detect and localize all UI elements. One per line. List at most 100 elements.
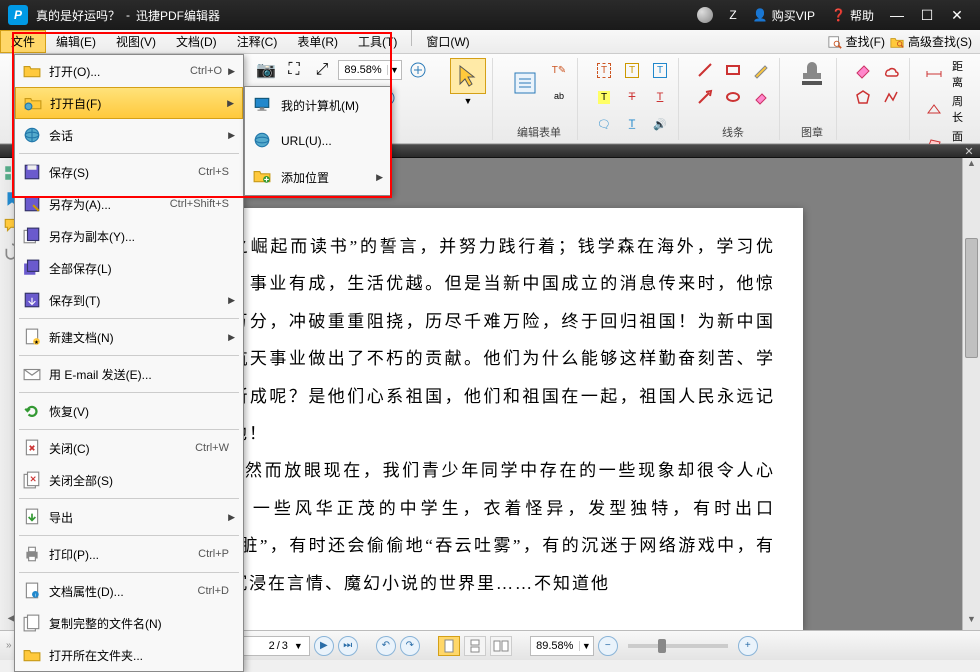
menu-1[interactable]: 编辑(E) (46, 30, 106, 53)
file-menu-item-8[interactable]: 保存到(T)▶ (15, 284, 243, 316)
file-menu-item-24[interactable]: 复制完整的文件名(N) (15, 607, 243, 639)
menu-7[interactable]: 窗口(W) (416, 30, 479, 53)
polygon-button[interactable] (851, 85, 875, 109)
add-location-icon (253, 167, 273, 187)
zoom-out-status[interactable]: − (598, 636, 618, 656)
note-button[interactable]: 🗨 (592, 112, 616, 136)
fit-button[interactable]: ⛶ (282, 58, 306, 82)
oval-button[interactable] (721, 85, 745, 109)
zoom-slider[interactable] (628, 644, 728, 648)
file-menu-item-0[interactable]: 打开(O)...Ctrl+O▶ (15, 55, 243, 87)
single-page-view[interactable] (438, 636, 460, 656)
file-menu-item-14[interactable]: 恢复(V) (15, 395, 243, 427)
file-menu-item-10[interactable]: ★新建文档(N)▶ (15, 321, 243, 353)
find-button[interactable]: 查找(F) (827, 33, 885, 50)
maximize-button[interactable]: ☐ (912, 7, 942, 24)
t3-button[interactable]: T (648, 58, 672, 82)
user-indicator[interactable]: Z (729, 8, 736, 22)
scroll-down-icon[interactable]: ▼ (963, 614, 980, 630)
help-button[interactable]: ❓帮助 (831, 7, 874, 24)
continuous-view[interactable] (464, 636, 486, 656)
ab-button[interactable]: ab (547, 84, 571, 108)
eraser2-button[interactable] (851, 58, 875, 82)
menu-0[interactable]: 文件 (0, 30, 46, 53)
buy-vip-button[interactable]: 👤购买VIP (753, 7, 815, 24)
zoom-dropdown-icon[interactable]: ▼ (387, 65, 401, 75)
file-menu-item-4[interactable]: 保存(S)Ctrl+S (15, 156, 243, 188)
menu-3[interactable]: 文档(D) (166, 30, 227, 53)
strike-button[interactable]: T (620, 85, 644, 109)
t1-button[interactable]: T (592, 58, 616, 82)
rect-button[interactable] (721, 58, 745, 82)
highlight-icon: T (598, 91, 610, 104)
cloud-button[interactable] (879, 58, 903, 82)
file-menu-item-16[interactable]: 关闭(C)Ctrl+W (15, 432, 243, 464)
options-chevron-icon[interactable]: » (6, 640, 12, 651)
file-menu-item-23[interactable]: i文档属性(D)...Ctrl+D (15, 575, 243, 607)
single-page-icon (443, 639, 455, 653)
perimeter-button[interactable] (924, 97, 944, 121)
expand-button[interactable]: ⤢ (310, 58, 334, 82)
last-page-button[interactable]: ⏭ (338, 636, 358, 656)
submenu-item-2[interactable]: 添加位置▶ (245, 159, 391, 195)
distance-button[interactable] (924, 62, 944, 86)
file-menu-item-6[interactable]: 另存为副本(Y)... (15, 220, 243, 252)
file-menu-item-12[interactable]: 用 E-mail 发送(E)... (15, 358, 243, 390)
file-menu-item-1[interactable]: 打开自(F)▶ (15, 87, 243, 119)
facing-view[interactable] (490, 636, 512, 656)
t2-button[interactable]: T (620, 58, 644, 82)
polyline-button[interactable] (879, 85, 903, 109)
submenu-item-1[interactable]: URL(U)... (245, 123, 391, 159)
insert-text-button[interactable]: T̲ (620, 112, 644, 136)
cursor-icon (454, 62, 482, 90)
file-menu-item-21[interactable]: 打印(P)...Ctrl+P (15, 538, 243, 570)
sound-button[interactable]: 🔊 (648, 112, 672, 136)
menu-6[interactable]: 工具(T) (348, 30, 407, 53)
arrow-button[interactable] (693, 85, 717, 109)
globe-button[interactable] (697, 7, 713, 23)
vertical-scrollbar[interactable]: ▲ ▼ (962, 158, 980, 630)
file-menu-item-7[interactable]: 全部保存(L) (15, 252, 243, 284)
status-zoom-dropdown-icon[interactable]: ▼ (579, 641, 593, 651)
stamp-button[interactable] (794, 58, 830, 94)
zoom-slider-knob[interactable] (658, 639, 666, 653)
edit-text-button[interactable]: T✎ (547, 58, 571, 82)
paragraph-1: 华之崛起而读书”的誓言，并努力践行着；钱学森在海外，学习优异、事业有成，生活优越… (211, 228, 775, 452)
menu-4[interactable]: 注释(C) (227, 30, 288, 53)
zoom-in-status[interactable]: + (738, 636, 758, 656)
camera-button[interactable]: 📷 (254, 58, 278, 82)
file-menu-item-5[interactable]: 另存为(A)...Ctrl+Shift+S (15, 188, 243, 220)
eraser-button[interactable] (749, 85, 773, 109)
zoom-in-button[interactable] (406, 58, 430, 82)
save-to-icon (23, 291, 41, 309)
save-icon (23, 163, 41, 181)
underline-button[interactable]: T (648, 85, 672, 109)
status-zoom-combo[interactable]: ▼ (530, 636, 594, 656)
file-menu-item-2[interactable]: 会话▶ (15, 119, 243, 151)
scroll-thumb[interactable] (965, 238, 978, 358)
minimize-button[interactable]: — (882, 7, 912, 23)
highlight-button[interactable]: T (592, 85, 616, 109)
menu-5[interactable]: 表单(R) (287, 30, 348, 53)
page: 华之崛起而读书”的誓言，并努力践行着；钱学森在海外，学习优异、事业有成，生活优越… (183, 208, 803, 630)
line-button[interactable] (693, 58, 717, 82)
submenu-item-0[interactable]: 我的计算机(M) (245, 87, 391, 123)
pencil-button[interactable] (749, 58, 773, 82)
form-tool[interactable] (507, 65, 543, 101)
file-menu-item-25[interactable]: 打开所在文件夹... (15, 639, 243, 671)
select-tool[interactable] (450, 58, 486, 94)
nav-forward-button[interactable]: ↷ (400, 636, 420, 656)
close-tab-button[interactable]: ✕ (962, 145, 976, 159)
file-menu-item-17[interactable]: 关闭全部(S) (15, 464, 243, 496)
status-zoom-input[interactable] (531, 640, 579, 652)
next-page-button[interactable]: ▶ (314, 636, 334, 656)
new-doc-icon: ★ (23, 328, 41, 346)
scroll-up-icon[interactable]: ▲ (963, 158, 980, 174)
nav-back-button[interactable]: ↶ (376, 636, 396, 656)
menu-2[interactable]: 视图(V) (106, 30, 166, 53)
zoom-input[interactable] (339, 64, 387, 76)
advanced-find-button[interactable]: 高级查找(S) (889, 33, 972, 50)
close-window-button[interactable]: ✕ (942, 7, 972, 24)
zoom-combo[interactable]: ▼ (338, 60, 402, 80)
file-menu-item-19[interactable]: 导出▶ (15, 501, 243, 533)
